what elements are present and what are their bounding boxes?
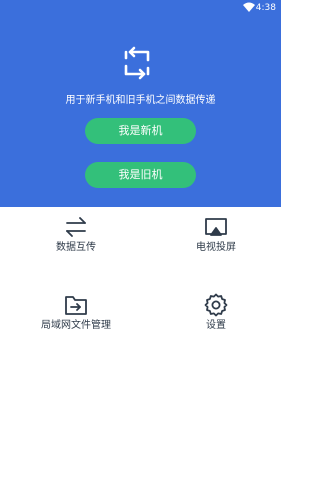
feature-lan-file-manager[interactable]: 局域网文件管理	[6, 284, 146, 354]
gear-icon	[204, 293, 228, 317]
feature-tv-cast[interactable]: 电视投屏	[146, 206, 286, 276]
feature-label: 局域网文件管理	[41, 320, 111, 331]
new-phone-button[interactable]: 我是新机	[85, 118, 196, 144]
transfer-arrows-icon	[66, 217, 86, 237]
tv-cast-icon	[205, 218, 227, 236]
feature-settings[interactable]: 设置	[146, 284, 286, 354]
feature-label: 设置	[206, 320, 226, 331]
status-bar: 4:38	[0, 0, 281, 16]
feature-data-transfer[interactable]: 数据互传	[6, 206, 146, 276]
feature-label: 电视投屏	[196, 242, 236, 253]
old-phone-button[interactable]: 我是旧机	[85, 162, 196, 188]
status-time: 4:38	[255, 3, 276, 13]
phone-switch-icon	[124, 46, 150, 80]
hero-header: 4:38 用于新手机和旧手机之间数据传递 我是新机 我是旧机	[0, 0, 281, 207]
feature-label: 数据互传	[56, 242, 96, 253]
wifi-icon	[243, 2, 255, 12]
hero-tagline: 用于新手机和旧手机之间数据传递	[65, 95, 216, 106]
folder-arrow-icon	[65, 296, 87, 315]
